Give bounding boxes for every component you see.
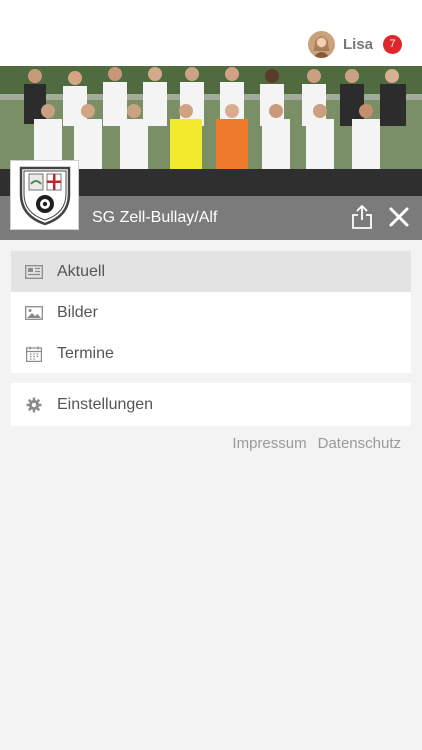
menu-item-label: Bilder	[57, 303, 98, 321]
main-menu: Aktuell Bilder Termine	[11, 251, 411, 373]
menu-item-label: Einstellungen	[57, 395, 154, 413]
close-icon[interactable]	[388, 206, 410, 228]
menu-item-bilder[interactable]: Bilder	[11, 292, 411, 333]
user-name[interactable]: Lisa	[343, 36, 373, 53]
gear-icon	[25, 397, 43, 413]
club-logo	[10, 160, 79, 230]
calendar-icon	[25, 346, 43, 362]
menu-item-termine[interactable]: Termine	[11, 333, 411, 374]
impressum-link[interactable]: Impressum	[232, 435, 306, 455]
settings-menu: Einstellungen	[11, 383, 411, 426]
user-profile[interactable]: Lisa 7	[307, 30, 402, 58]
menu-item-label: Termine	[57, 344, 114, 362]
footer-links: Impressum Datenschutz	[232, 435, 401, 455]
top-bar: Lisa 7	[0, 0, 422, 66]
menu-item-aktuell[interactable]: Aktuell	[11, 251, 411, 292]
notification-badge[interactable]: 7	[383, 34, 402, 54]
share-icon[interactable]	[350, 204, 374, 230]
newspaper-icon	[25, 264, 43, 280]
menu-item-label: Aktuell	[57, 262, 106, 280]
datenschutz-link[interactable]: Datenschutz	[318, 435, 401, 455]
menu-item-einstellungen[interactable]: Einstellungen	[11, 383, 411, 426]
avatar[interactable]	[307, 30, 335, 58]
image-icon	[25, 305, 43, 321]
club-name: SG Zell-Bullay/Alf	[92, 209, 218, 226]
